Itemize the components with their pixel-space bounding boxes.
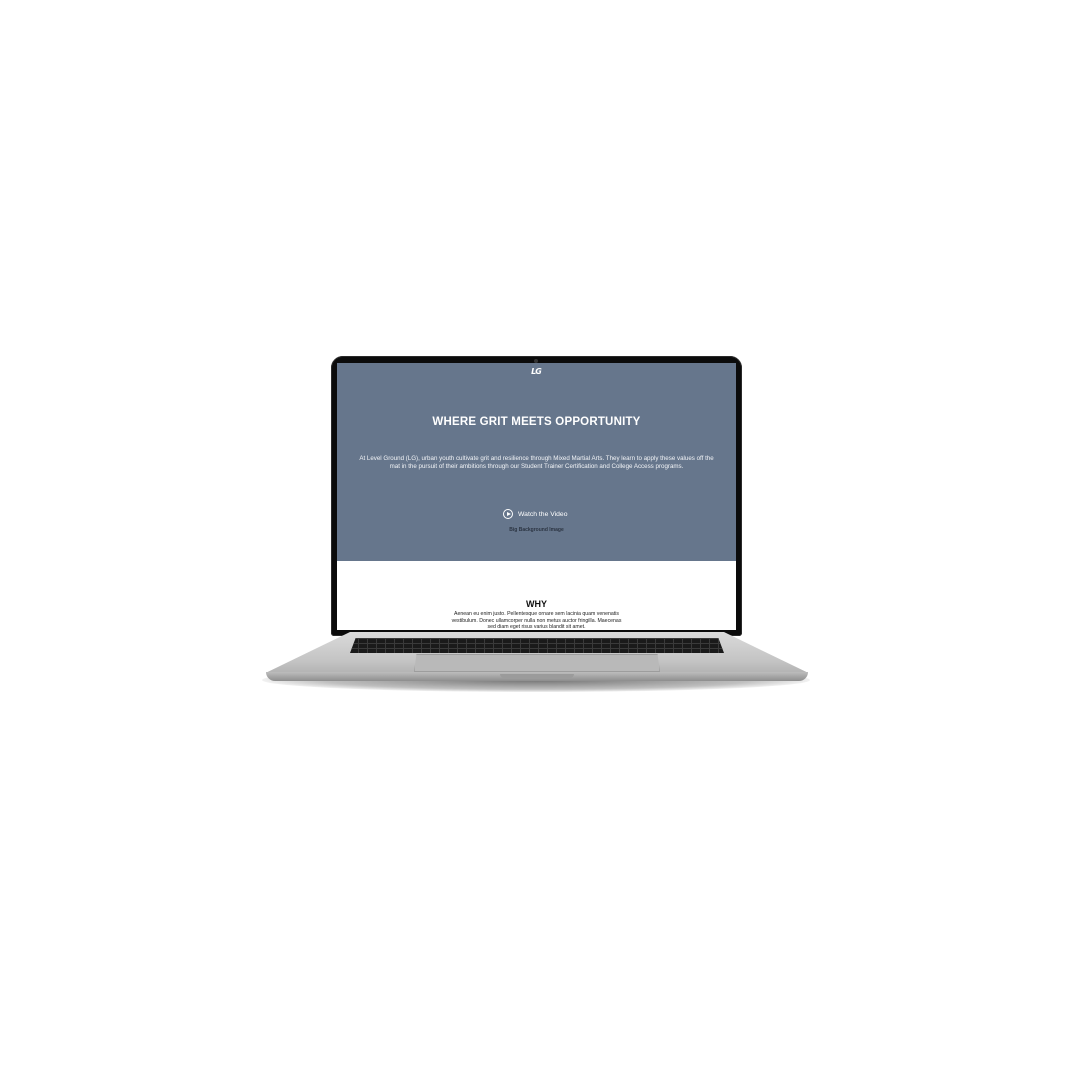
site-logo[interactable]: LG [527,366,545,378]
play-circle-icon [503,509,513,519]
trackpad [414,654,660,672]
watch-video-button[interactable]: Watch the Video [503,508,568,520]
background-image-caption: Big Background Image [509,527,564,533]
why-description: Aenean eu enim justo. Pellentesque ornar… [451,611,622,630]
lid-notch [500,674,574,678]
laptop-screen: LG WHERE GRIT MEETS OPPORTUNITY At Level… [337,363,736,630]
why-section: WHY Aenean eu enim justo. Pellentesque o… [337,561,736,630]
hero-title: WHERE GRIT MEETS OPPORTUNITY [432,416,641,428]
hero-section: LG WHERE GRIT MEETS OPPORTUNITY At Level… [337,363,736,561]
keyboard [350,638,724,653]
watch-video-label: Watch the Video [518,510,568,518]
laptop-lid: LG WHERE GRIT MEETS OPPORTUNITY At Level… [331,356,742,636]
laptop-mockup: LG WHERE GRIT MEETS OPPORTUNITY At Level… [0,0,1080,1080]
hero-description: At Level Ground (LG), urban youth cultiv… [359,455,714,470]
why-title: WHY [526,599,547,609]
